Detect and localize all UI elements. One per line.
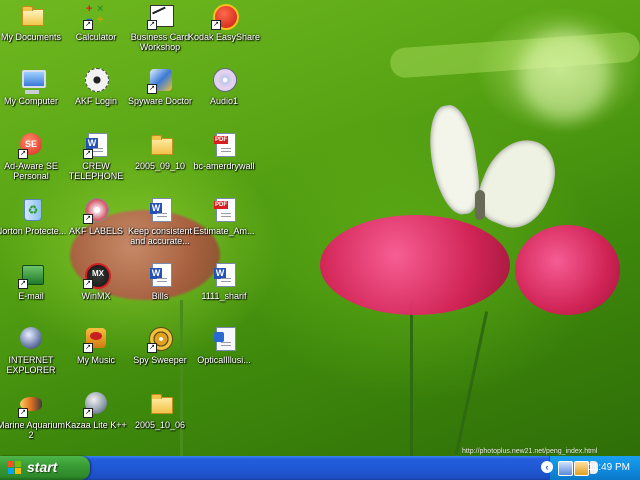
desktop-icon-audio1[interactable]: Audio1 <box>187 66 261 128</box>
spy-sweeper-icon: ↗ <box>147 327 173 353</box>
desktop-icon-1111-sharif[interactable]: W 1111_sharif <box>187 261 261 323</box>
icon-label: Spyware Doctor <box>127 96 193 106</box>
desktop-icon-my-music[interactable]: ↗ My Music <box>59 325 133 387</box>
icon-label: Spy Sweeper <box>133 355 187 365</box>
desktop-icon-business-card-workshop[interactable]: ↗ Business Card Workshop <box>123 2 197 64</box>
word-doc-icon: W ↗ <box>83 133 109 159</box>
recycle-bin-icon: ♻ <box>20 198 44 222</box>
icon-label: Estimate_Am... <box>193 226 255 236</box>
antivirus-icon[interactable] <box>574 461 589 476</box>
desktop-icon-estimate[interactable]: PDF Estimate_Am... <box>187 196 261 258</box>
start-label: start <box>27 459 58 475</box>
wallpaper-stem <box>410 300 413 456</box>
business-card-icon: ↗ <box>147 4 174 30</box>
music-icon: ↗ <box>83 327 109 353</box>
folder-icon <box>149 392 173 416</box>
pdf-icon: PDF <box>213 198 237 222</box>
wallpaper-butterfly-body <box>475 190 485 220</box>
desktop-icon-ad-aware[interactable]: SE ↗ Ad-Aware SE Personal <box>0 131 68 193</box>
desktop-icon-norton-protected[interactable]: ♻ Norton Protecte... <box>0 196 68 258</box>
system-tray: ‹ 11:49 PM <box>541 456 640 480</box>
icon-label: Keep consistent and accurate... <box>127 226 193 246</box>
desktop-icon-optical-illusion[interactable]: OpticalIllusi... <box>187 325 261 387</box>
calculator-icon: + × − ÷ ↗ <box>83 4 109 30</box>
adaware-icon: SE ↗ <box>18 133 44 159</box>
desktop-icon-internet-explorer[interactable]: INTERNET EXPLORER <box>0 325 68 387</box>
icon-label: E-mail <box>18 291 44 301</box>
desktop-icon-2005-10-06[interactable]: 2005_10_06 <box>123 390 197 452</box>
desktop-icon-akf-labels[interactable]: ↗ AKF LABELS <box>59 196 133 258</box>
icon-label: 2005_09_10 <box>134 161 186 171</box>
icon-label: Bills <box>151 291 169 301</box>
desktop-icon-my-documents[interactable]: My Documents <box>0 2 68 64</box>
icon-label: 1111_sharif <box>201 291 247 301</box>
icon-label: AKF Login <box>74 96 118 106</box>
wallpaper-watermark: http://photoplus.new21.net/peng_index.ht… <box>462 448 598 455</box>
icon-label: Marine Aquarium 2 <box>0 420 66 440</box>
icon-label: Kazaa Lite K++ <box>65 420 127 430</box>
flower-icon <box>85 68 109 92</box>
start-button[interactable]: start <box>0 456 90 480</box>
desktop-icon-crew-telephone[interactable]: W ↗ CREW TELEPHONE <box>59 131 133 193</box>
icon-label: Business Card Workshop <box>130 32 190 52</box>
desktop[interactable]: My Documents My Computer SE ↗ Ad-Aware S… <box>0 0 640 456</box>
kazaa-icon: ↗ <box>83 392 109 418</box>
optical-illusion-icon <box>213 327 237 351</box>
taskbar: start ‹ 11:49 PM <box>0 456 640 480</box>
desktop-icon-winmx[interactable]: MX ↗ WinMX <box>59 261 133 323</box>
icon-label: 2005_10_06 <box>134 420 186 430</box>
wallpaper-flower <box>320 215 510 315</box>
icon-label: WinMX <box>81 291 111 301</box>
computer-icon <box>20 68 46 94</box>
wallpaper-flower <box>515 225 620 315</box>
desktop-icon-akf-login[interactable]: AKF Login <box>59 66 133 128</box>
spyware-doctor-icon: ↗ <box>147 68 173 94</box>
windows-logo-icon <box>8 461 22 475</box>
word-doc-icon: W <box>149 263 173 287</box>
icon-label: My Documents <box>0 32 62 42</box>
wallpaper-butterfly-wing <box>469 128 567 238</box>
desktop-icon-spyware-doctor[interactable]: ↗ Spyware Doctor <box>123 66 197 128</box>
desktop-icon-calculator[interactable]: + × − ÷ ↗ Calculator <box>59 2 133 64</box>
disc-icon: ↗ <box>83 198 109 224</box>
email-icon: ↗ <box>18 263 44 289</box>
audio-cd-icon <box>213 68 237 92</box>
icon-label: My Computer <box>3 96 58 106</box>
wallpaper-glow <box>520 30 610 120</box>
kodak-icon: ↗ <box>211 4 239 30</box>
desktop-icon-spy-sweeper[interactable]: ↗ Spy Sweeper <box>123 325 197 387</box>
network-icon[interactable] <box>558 461 573 476</box>
pdf-icon: PDF <box>213 133 237 157</box>
icon-label: bc-amerdrywall <box>193 161 255 171</box>
desktop-icon-2005-09-10[interactable]: 2005_09_10 <box>123 131 197 193</box>
icon-label: Ad-Aware SE Personal <box>4 161 58 181</box>
desktop-icon-bills[interactable]: W Bills <box>123 261 197 323</box>
icon-label: Audio1 <box>209 96 239 106</box>
wallpaper-stem <box>454 311 489 455</box>
desktop-icon-keep-consistent[interactable]: W Keep consistent and accurate... <box>123 196 197 258</box>
icon-label: Calculator <box>75 32 117 42</box>
desktop-icon-my-computer[interactable]: My Computer <box>0 66 68 128</box>
icon-label: OpticalIllusi... <box>197 355 251 365</box>
winmx-icon: MX ↗ <box>83 263 111 289</box>
desktop-icon-kodak-easyshare[interactable]: ↗ Kodak EasyShare <box>187 2 261 64</box>
tray-expand-chevron-icon[interactable]: ‹ <box>541 461 553 473</box>
folder-icon <box>149 133 173 157</box>
icon-label: My Music <box>77 355 115 365</box>
folder-docs-icon <box>20 4 44 28</box>
globe-icon <box>20 327 44 351</box>
icon-label: Norton Protecte... <box>0 226 67 236</box>
desktop-icon-email[interactable]: ↗ E-mail <box>0 261 68 323</box>
fish-icon: ↗ <box>18 392 44 418</box>
icon-label: Kodak EasyShare <box>187 32 261 42</box>
icon-label: CREW TELEPHONE <box>68 161 124 181</box>
desktop-icon-kazaa[interactable]: ↗ Kazaa Lite K++ <box>59 390 133 452</box>
desktop-icon-bc-amerdrywall[interactable]: PDF bc-amerdrywall <box>187 131 261 193</box>
icon-label: INTERNET EXPLORER <box>6 355 56 375</box>
word-doc-icon: W <box>213 263 237 287</box>
icon-label: AKF LABELS <box>68 226 124 236</box>
desktop-icon-marine-aquarium[interactable]: ↗ Marine Aquarium 2 <box>0 390 68 452</box>
word-doc-icon: W <box>149 198 173 222</box>
clock[interactable]: 11:49 PM <box>588 462 630 473</box>
